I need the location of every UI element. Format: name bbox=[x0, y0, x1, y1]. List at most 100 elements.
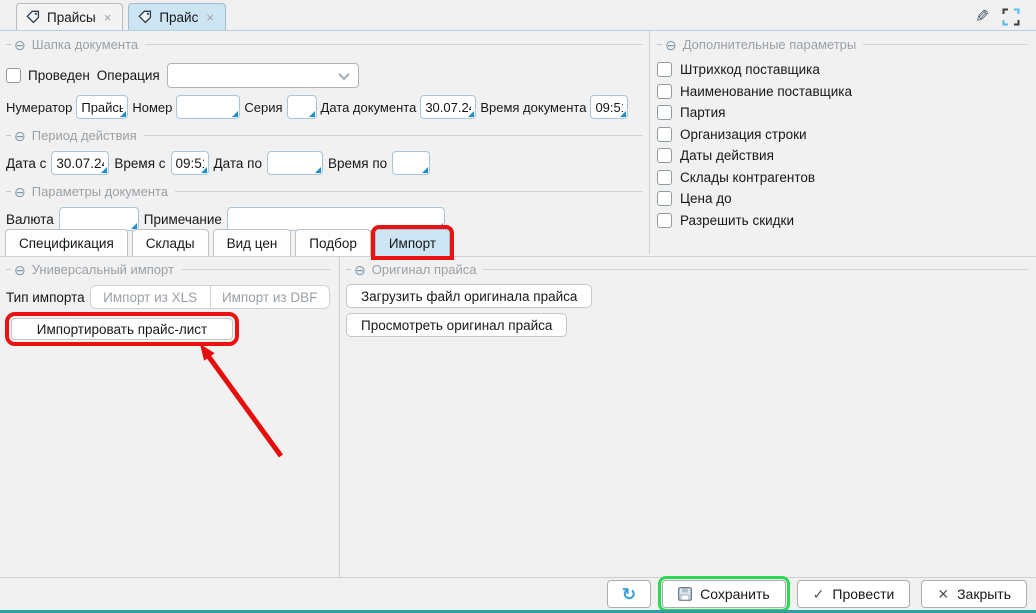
red-annotation-arrow bbox=[186, 334, 296, 464]
note-field[interactable] bbox=[227, 207, 445, 231]
time-to-input[interactable] bbox=[393, 152, 429, 174]
section-rule bbox=[863, 44, 1028, 45]
checkbox-label: Цена до bbox=[680, 191, 732, 206]
close-label: Закрыть bbox=[957, 586, 1011, 602]
doc-time-label: Время документа bbox=[480, 100, 586, 115]
section-tick bbox=[346, 269, 351, 270]
checkbox-label: Разрешить скидки bbox=[680, 213, 794, 228]
tab-import-active-with-red-annotation[interactable]: Импорт bbox=[375, 229, 450, 256]
import-type-label: Тип импорта bbox=[6, 290, 85, 305]
tag-icon bbox=[26, 10, 40, 24]
time-from-field[interactable] bbox=[171, 151, 209, 175]
price-until-checkbox[interactable] bbox=[657, 191, 672, 206]
date-to-label: Дата по bbox=[214, 156, 262, 171]
date-to-input[interactable] bbox=[268, 152, 322, 174]
collapse-icon[interactable]: ⊖ bbox=[14, 129, 26, 143]
post-button[interactable]: ✓ Провести bbox=[797, 580, 911, 608]
section-title: Шапка документа bbox=[32, 37, 138, 52]
save-button-with-green-annotation[interactable]: Сохранить bbox=[662, 580, 786, 608]
section-rule bbox=[181, 269, 331, 270]
section-tick bbox=[6, 191, 11, 192]
time-from-input[interactable] bbox=[172, 152, 208, 174]
close-tab-icon[interactable]: × bbox=[205, 11, 215, 24]
doc-time-input[interactable] bbox=[591, 96, 627, 118]
section-rule bbox=[144, 135, 643, 136]
posted-operation-row: Проведен Операция bbox=[6, 63, 643, 88]
supplier-name-checkbox[interactable] bbox=[657, 84, 672, 99]
posted-checkbox[interactable] bbox=[6, 68, 21, 83]
window-tab-label: Прайс bbox=[159, 10, 198, 25]
section-tick bbox=[6, 135, 11, 136]
save-label: Сохранить bbox=[700, 586, 770, 602]
close-button[interactable]: ✕ Закрыть bbox=[921, 580, 1027, 608]
collapse-icon[interactable]: ⊖ bbox=[665, 38, 677, 52]
import-xls-button[interactable]: Импорт из XLS bbox=[91, 286, 210, 308]
checkbox-row-allow-discounts: Разрешить скидки bbox=[657, 210, 1028, 232]
section-title: Период действия bbox=[32, 128, 137, 143]
number-field[interactable] bbox=[176, 95, 240, 119]
numerator-input[interactable] bbox=[77, 96, 127, 118]
series-input[interactable] bbox=[288, 96, 316, 118]
doc-date-label: Дата документа bbox=[321, 100, 417, 115]
allow-discounts-checkbox[interactable] bbox=[657, 213, 672, 228]
edit-pencil-icon[interactable]: ✎ bbox=[975, 7, 989, 27]
checkbox-row-batch: Партия bbox=[657, 102, 1028, 124]
window-tab-prices-list[interactable]: Прайсы × bbox=[16, 3, 123, 30]
tab-price-type[interactable]: Вид цен bbox=[213, 229, 292, 256]
time-to-field[interactable] bbox=[392, 151, 430, 175]
series-field[interactable] bbox=[287, 95, 317, 119]
operation-label: Операция bbox=[97, 68, 160, 83]
close-x-icon: ✕ bbox=[937, 586, 949, 603]
tab-selection[interactable]: Подбор bbox=[295, 229, 371, 256]
number-label: Номер bbox=[132, 100, 172, 115]
operation-select[interactable] bbox=[167, 63, 359, 88]
currency-field[interactable] bbox=[59, 207, 139, 231]
close-tab-icon[interactable]: × bbox=[103, 11, 113, 24]
date-to-field[interactable] bbox=[267, 151, 323, 175]
window-toolbar: ✎ bbox=[975, 7, 1020, 27]
currency-input[interactable] bbox=[60, 208, 138, 230]
load-original-price-file-button[interactable]: Загрузить файл оригинала прайса bbox=[346, 284, 592, 308]
date-from-input[interactable] bbox=[52, 152, 108, 174]
fullscreen-icon[interactable] bbox=[1002, 8, 1020, 26]
validity-dates-checkbox[interactable] bbox=[657, 148, 672, 163]
import-dbf-button[interactable]: Импорт из DBF bbox=[210, 286, 329, 308]
collapse-icon[interactable]: ⊖ bbox=[354, 263, 366, 277]
counterparty-warehouses-checkbox[interactable] bbox=[657, 170, 672, 185]
view-original-price-button[interactable]: Просмотреть оригинал прайса bbox=[346, 313, 567, 337]
refresh-button[interactable]: ↻ bbox=[607, 580, 651, 608]
date-from-field[interactable] bbox=[51, 151, 109, 175]
supplier-barcode-checkbox[interactable] bbox=[657, 62, 672, 77]
numerator-field[interactable] bbox=[76, 95, 128, 119]
section-header-document: ⊖ Шапка документа bbox=[6, 37, 643, 52]
doc-time-field[interactable] bbox=[590, 95, 628, 119]
tab-label: Склады bbox=[146, 236, 195, 251]
collapse-icon[interactable]: ⊖ bbox=[14, 185, 26, 199]
window-tab-price-active[interactable]: Прайс × bbox=[128, 3, 226, 30]
import-type-row: Тип импорта Импорт из XLS Импорт из DBF bbox=[6, 285, 331, 309]
note-input[interactable] bbox=[228, 208, 444, 230]
doc-date-input[interactable] bbox=[421, 96, 475, 118]
import-tab-content: ⊖ Универсальный импорт Тип импорта Импор… bbox=[0, 256, 1036, 577]
checkbox-row-validity-dates: Даты действия bbox=[657, 145, 1028, 167]
collapse-icon[interactable]: ⊖ bbox=[14, 38, 26, 52]
collapse-icon[interactable]: ⊖ bbox=[14, 263, 26, 277]
checkbox-label: Организация строки bbox=[680, 127, 807, 142]
universal-import-panel: ⊖ Универсальный импорт Тип импорта Импор… bbox=[0, 257, 339, 578]
number-input[interactable] bbox=[177, 96, 239, 118]
section-rule bbox=[175, 191, 643, 192]
doc-date-field[interactable] bbox=[420, 95, 476, 119]
numerator-row: Нумератор Номер Серия Дата документа Вре… bbox=[6, 95, 643, 119]
row-organization-checkbox[interactable] bbox=[657, 127, 672, 142]
additional-params-panel: ⊖ Дополнительные параметры Штрихкод пост… bbox=[651, 31, 1036, 254]
tab-label: Вид цен bbox=[227, 236, 278, 251]
batch-checkbox[interactable] bbox=[657, 105, 672, 120]
price-document-window: Прайсы × Прайс × ✎ ⊖ Шапка документа Про… bbox=[0, 0, 1036, 613]
section-tick bbox=[6, 269, 11, 270]
checkbox-label: Наименование поставщика bbox=[680, 84, 852, 99]
tab-specification[interactable]: Спецификация bbox=[5, 229, 128, 256]
import-type-segmented-control: Импорт из XLS Импорт из DBF bbox=[90, 285, 330, 309]
tab-warehouses[interactable]: Склады bbox=[132, 229, 209, 256]
section-title: Универсальный импорт bbox=[32, 262, 174, 277]
time-to-label: Время по bbox=[328, 156, 387, 171]
